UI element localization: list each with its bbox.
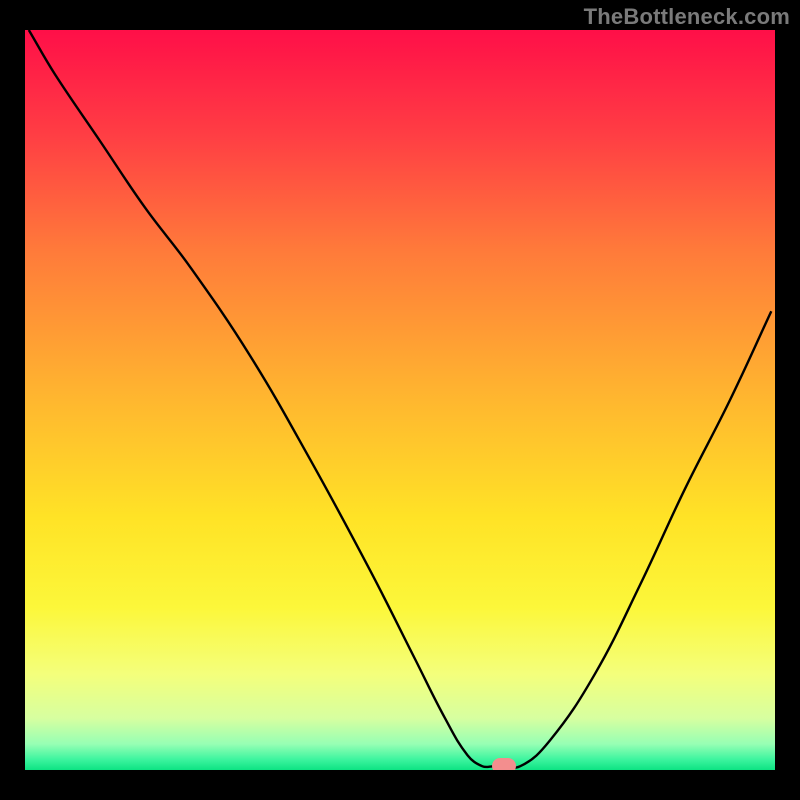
chart-frame: TheBottleneck.com bbox=[0, 0, 800, 800]
optimum-marker bbox=[492, 758, 516, 770]
watermark-text: TheBottleneck.com bbox=[584, 4, 790, 30]
bottleneck-curve bbox=[25, 30, 775, 770]
chart-plot-area bbox=[25, 30, 775, 770]
